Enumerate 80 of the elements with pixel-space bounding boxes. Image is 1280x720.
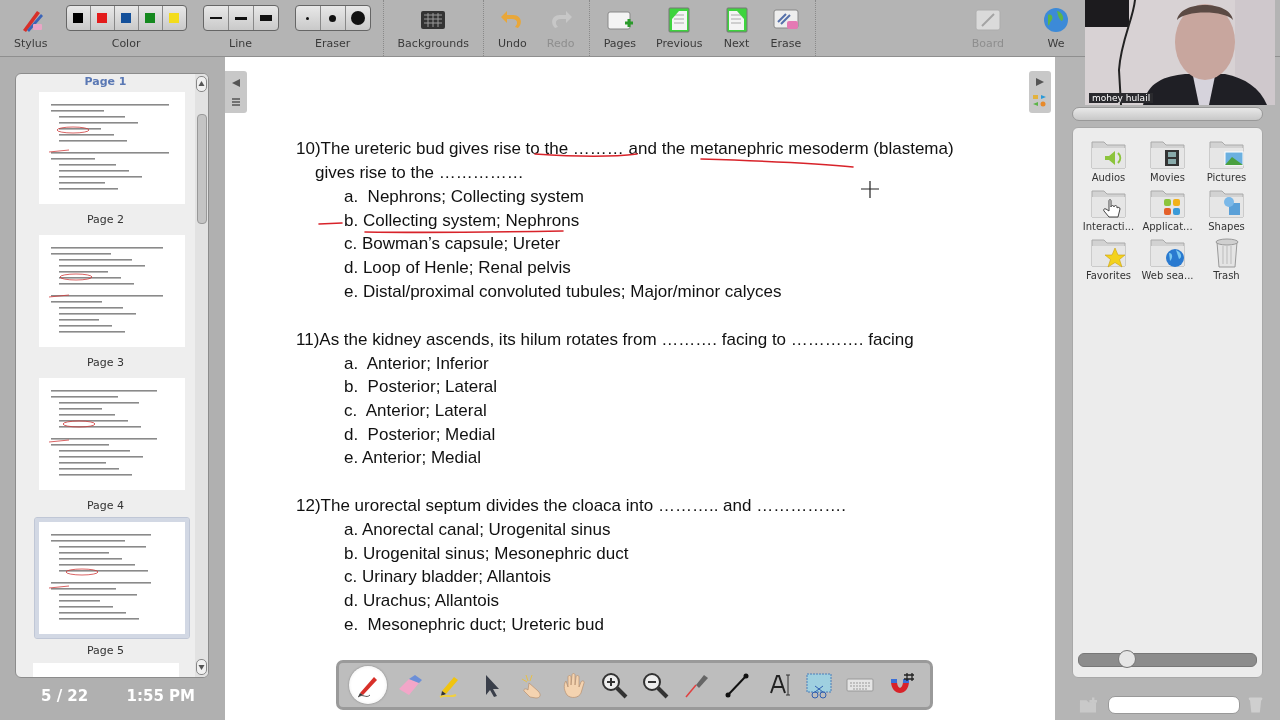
answer-option: a. Anorectal canal; Urogenital sinus <box>296 518 611 542</box>
shapes-icon <box>1223 197 1240 215</box>
photo-icon <box>1224 151 1243 166</box>
arrow-left-icon <box>231 78 241 88</box>
trash-icon <box>1247 696 1263 714</box>
scroll-up-icon[interactable] <box>196 76 207 92</box>
hand-cursor-icon <box>1102 199 1120 218</box>
page-caption[interactable]: Page 4 <box>86 499 125 512</box>
gallery-folder[interactable]: Interacti... <box>1079 187 1138 232</box>
page-nav-tab[interactable] <box>1029 71 1051 113</box>
answer-option: d. Posterior; Medial <box>296 422 496 447</box>
answer-option: b. Posterior; Lateral <box>296 375 498 399</box>
answer-option: c. Urinary bladder; Allantois <box>296 565 551 590</box>
group-label: Color <box>111 37 141 50</box>
clock: 1:55 PM <box>126 687 195 705</box>
gallery-folder[interactable]: Applicat... <box>1138 187 1197 232</box>
answer-option: c. Anterior; Lateral <box>296 398 487 423</box>
toolbar-button[interactable]: Next <box>720 2 753 50</box>
star-icon <box>1104 247 1125 268</box>
gallery-icons-icon <box>1033 95 1047 107</box>
toolbar-button[interactable]: Pages <box>601 2 639 50</box>
page-caption[interactable]: Page 1 <box>84 75 127 88</box>
answer-option: b. Collecting system; Nephrons <box>296 208 580 233</box>
arrow-right-icon <box>1035 77 1045 87</box>
screen-clip-icon <box>805 671 833 699</box>
page-caption[interactable]: Page 5 <box>86 644 125 657</box>
scroll-thumb[interactable] <box>196 114 207 224</box>
question-text: 11)As the kidney ascends, its hilum rotates from ………. facing to …………. facing <box>296 328 915 351</box>
scrollbar[interactable] <box>1072 107 1263 121</box>
toolbar-button[interactable]: We <box>1040 2 1072 50</box>
question-text: 10)The ureteric bud gives rise to the ……… and the metanephric mesoderm (blastema) gives rise to the …………… <box>296 138 955 184</box>
page-thumbnail[interactable] <box>32 663 179 677</box>
globe-icon <box>1165 249 1184 267</box>
page-caption[interactable]: Page 3 <box>86 356 125 369</box>
answer-option: e. Mesonephric duct; Ureteric bud <box>296 612 604 637</box>
question-text: 12)The urorectal septum divides the cloaca into ……….. and ……………. <box>296 495 847 518</box>
answer-option: d. Loop of Henle; Renal pelvis <box>296 256 571 280</box>
page-nav-tab[interactable] <box>225 71 247 113</box>
answer-option: b. Urogenital sinus; Mesonephric duct <box>296 541 629 566</box>
answer-option: a. Nephrons; Collecting system <box>296 185 584 209</box>
zoom-slider[interactable] <box>1078 653 1257 667</box>
gallery-folder[interactable]: Audios <box>1079 138 1138 183</box>
zoom-in-icon <box>600 671 628 699</box>
gallery-folder[interactable]: Pictures <box>1197 138 1256 183</box>
toolbar-button[interactable]: Erase <box>768 2 804 50</box>
toolbar-button[interactable]: Stylus <box>12 2 50 50</box>
group-label: Line <box>229 37 253 50</box>
eraser-size-picker[interactable] <box>294 5 371 31</box>
answer-option: d. Urachus; Allantois <box>296 589 499 613</box>
zoom-out-icon <box>641 671 669 699</box>
color-picker[interactable] <box>65 5 187 31</box>
toolbar-button[interactable]: Backgrounds <box>395 2 471 50</box>
line-icon <box>723 671 751 699</box>
answer-option: c. Bowman’s capsule; Ureter <box>296 232 561 257</box>
gallery-folder[interactable]: Web sea... <box>1138 236 1197 281</box>
page-caption[interactable]: Page 2 <box>86 213 125 226</box>
page-counter: 5 / 22 <box>41 687 89 705</box>
gallery-folder[interactable]: Favorites <box>1079 236 1138 281</box>
gallery-folder[interactable]: Shapes <box>1197 187 1256 232</box>
answer-option: e. Distal/proximal convoluted tubules; Major/minor calyces <box>296 279 782 304</box>
pen-tool[interactable] <box>349 666 387 704</box>
toolbar-button[interactable]: Previous <box>654 2 705 50</box>
apps-icon <box>1163 199 1180 215</box>
answer-option: a. Anterior; Inferior <box>296 351 489 376</box>
scrollbar[interactable] <box>195 74 208 677</box>
globe-icon <box>1042 6 1070 34</box>
gallery-folder[interactable]: Trash <box>1197 236 1256 281</box>
scroll-down-icon[interactable] <box>196 659 207 675</box>
line-width-picker[interactable] <box>202 5 279 31</box>
page-thumbnail[interactable] <box>34 518 189 638</box>
group-label: Eraser <box>314 37 351 50</box>
menu-icon <box>231 98 241 106</box>
answer-option: e. Anterior; Medial <box>296 446 481 471</box>
crosshair-cursor-icon <box>860 180 880 199</box>
search-field[interactable] <box>1107 696 1240 714</box>
toolbar-button[interactable]: Undo <box>495 2 529 50</box>
slider-thumb[interactable] <box>1117 650 1136 668</box>
gallery-folder[interactable]: Movies <box>1138 138 1197 183</box>
participant-name: mohey hulail <box>1089 93 1154 103</box>
speaker-icon <box>1104 151 1121 165</box>
